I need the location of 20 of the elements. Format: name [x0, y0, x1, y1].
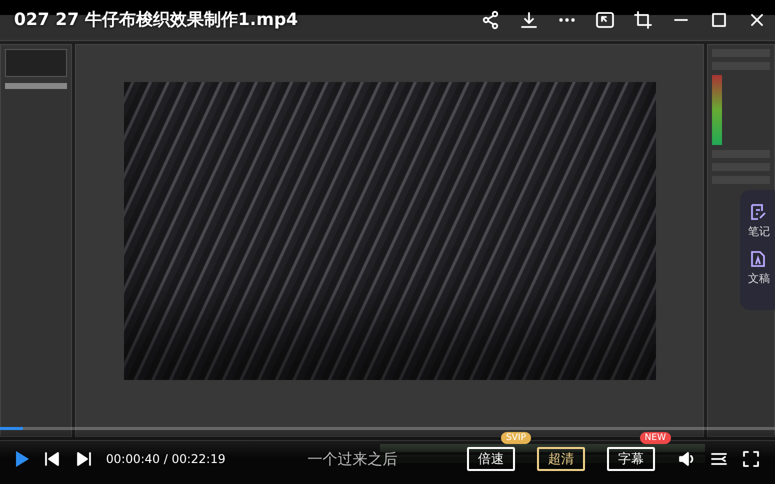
note-edit-icon	[748, 202, 768, 222]
video-title: 027 27 牛仔布梭织效果制作1.mp4	[14, 9, 299, 31]
player-button[interactable]: 倍速	[467, 447, 515, 471]
badge: SVIP	[501, 432, 531, 444]
side-tool[interactable]: 文稿	[748, 249, 775, 286]
download-icon[interactable]	[519, 10, 539, 30]
previous-icon[interactable]	[42, 449, 62, 469]
subtitle-text: 一个过来之后	[308, 450, 398, 468]
picture-in-picture-icon[interactable]	[595, 10, 615, 30]
time-display: 00:00:40 / 00:22:19	[106, 452, 226, 466]
share-icon[interactable]	[481, 10, 501, 30]
player-button[interactable]: 超清	[537, 447, 585, 471]
badge: NEW	[640, 432, 671, 444]
crop-icon[interactable]	[633, 10, 653, 30]
play-icon[interactable]	[14, 449, 30, 469]
side-tool[interactable]: 笔记	[748, 202, 775, 239]
fullscreen-icon[interactable]	[741, 449, 761, 469]
player-button[interactable]: 字幕	[607, 447, 655, 471]
next-icon[interactable]	[74, 449, 94, 469]
document-icon	[748, 249, 768, 269]
